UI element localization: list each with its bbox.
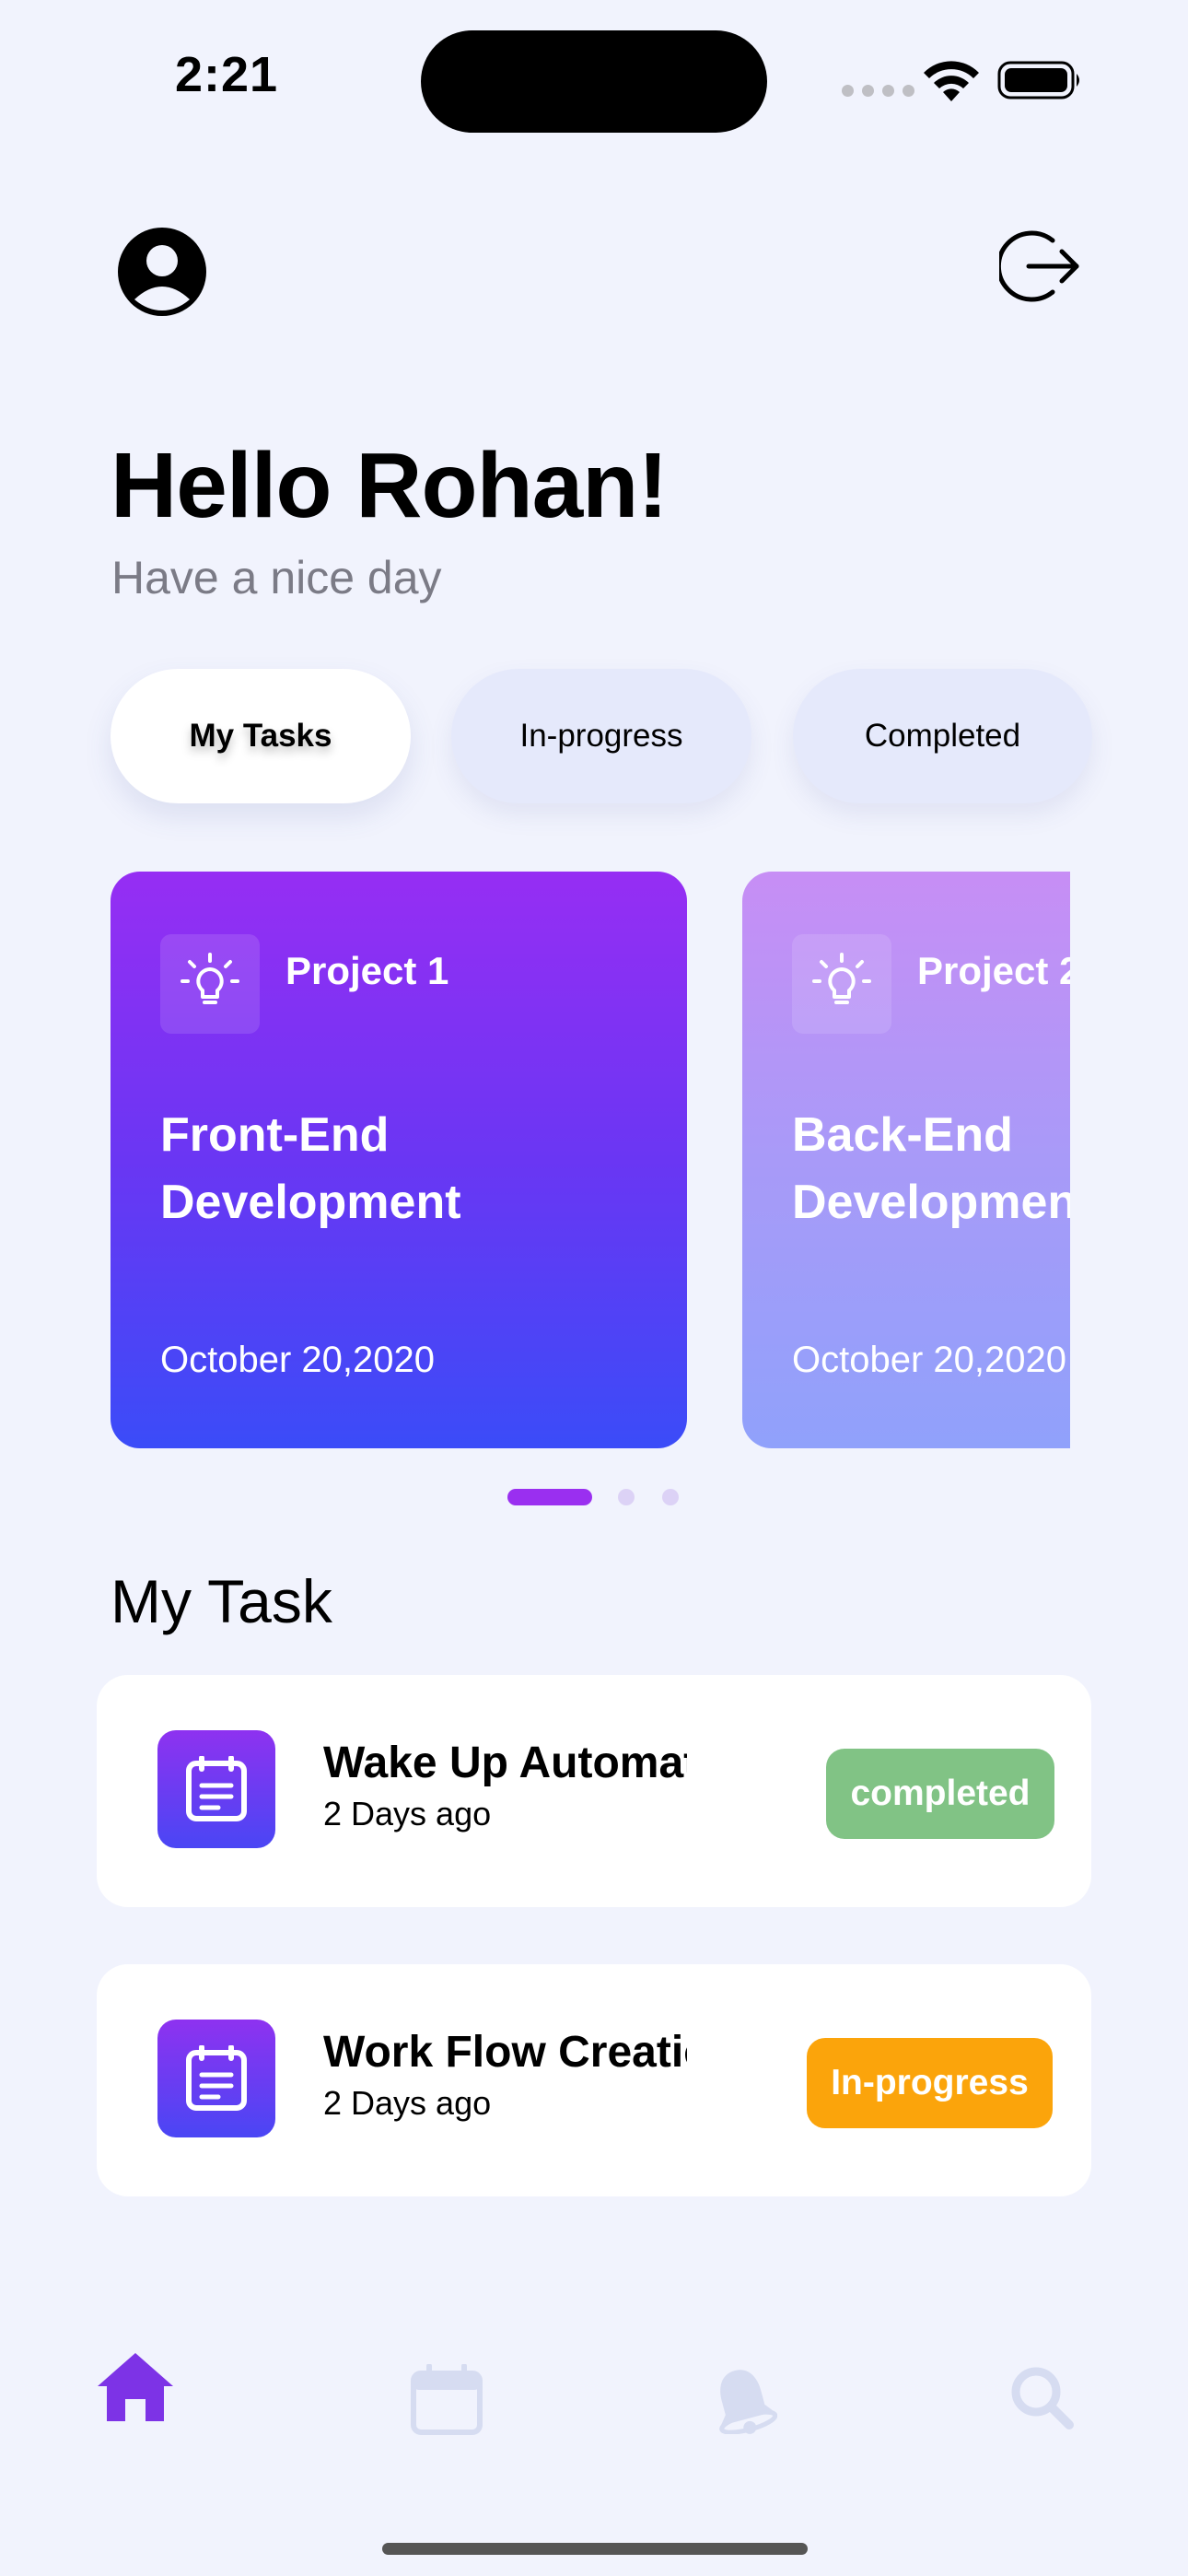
project-title-line: Development xyxy=(160,1176,461,1229)
task-time: 2 Days ago xyxy=(323,2084,492,2122)
project-title-line: Back-End xyxy=(792,1108,1013,1162)
cellular-signal-icon xyxy=(842,85,914,97)
project-label: Project 2 xyxy=(917,949,1070,992)
project-title: Back-End Development xyxy=(792,1102,1070,1236)
project-carousel[interactable]: Project 1 Front-End Development October … xyxy=(0,872,1070,1452)
dynamic-island xyxy=(421,30,767,133)
carousel-dot[interactable] xyxy=(662,1489,679,1505)
project-title: Front-End Development xyxy=(160,1102,676,1236)
project-card[interactable]: Project 2 Back-End Development October 2… xyxy=(742,872,1070,1448)
filter-completed[interactable]: Completed xyxy=(793,669,1092,803)
project-card[interactable]: Project 1 Front-End Development October … xyxy=(111,872,687,1448)
filter-label: Completed xyxy=(864,718,1021,754)
task-title: Wake Up Automation xyxy=(323,1739,687,1787)
project-date: October 20,2020 xyxy=(792,1340,1066,1380)
carousel-dot[interactable] xyxy=(618,1489,635,1505)
lightbulb-icon xyxy=(160,934,260,1034)
home-indicator xyxy=(382,2543,808,2555)
section-title: My Task xyxy=(111,1567,332,1635)
calendar-icon[interactable] xyxy=(411,2364,483,2436)
task-title: Work Flow Creation xyxy=(323,2028,687,2077)
profile-avatar-icon[interactable] xyxy=(116,226,208,318)
filter-in-progress[interactable]: In-progress xyxy=(451,669,751,803)
filter-my-tasks[interactable]: My Tasks xyxy=(111,669,411,803)
task-row[interactable]: Wake Up Automation 2 Days ago completed xyxy=(97,1675,1091,1907)
project-date: October 20,2020 xyxy=(160,1340,435,1380)
project-title-line: Front-End xyxy=(160,1108,390,1162)
task-row[interactable]: Work Flow Creation 2 Days ago In-progres… xyxy=(97,1964,1091,2196)
logout-icon[interactable] xyxy=(999,226,1080,307)
project-title-line: Development xyxy=(792,1176,1070,1229)
status-badge[interactable]: completed xyxy=(826,1749,1054,1839)
carousel-indicator xyxy=(507,1489,679,1505)
carousel-dot-active[interactable] xyxy=(507,1489,592,1505)
filter-label: In-progress xyxy=(519,718,683,754)
task-time: 2 Days ago xyxy=(323,1795,492,1832)
bell-icon[interactable] xyxy=(707,2364,777,2434)
task-note-icon xyxy=(157,1730,275,1848)
status-badge[interactable]: In-progress xyxy=(807,2038,1053,2128)
status-time: 2:21 xyxy=(175,47,279,102)
search-icon[interactable] xyxy=(1008,2364,1075,2430)
battery-icon xyxy=(997,61,1079,100)
greeting-subtitle: Have a nice day xyxy=(111,552,442,603)
greeting-title: Hello Rohan! xyxy=(111,434,669,537)
lightbulb-icon xyxy=(792,934,891,1034)
project-label: Project 1 xyxy=(285,949,449,992)
home-icon[interactable] xyxy=(96,2351,175,2423)
task-note-icon xyxy=(157,2020,275,2137)
filter-label: My Tasks xyxy=(189,718,332,754)
wifi-icon xyxy=(924,61,979,101)
